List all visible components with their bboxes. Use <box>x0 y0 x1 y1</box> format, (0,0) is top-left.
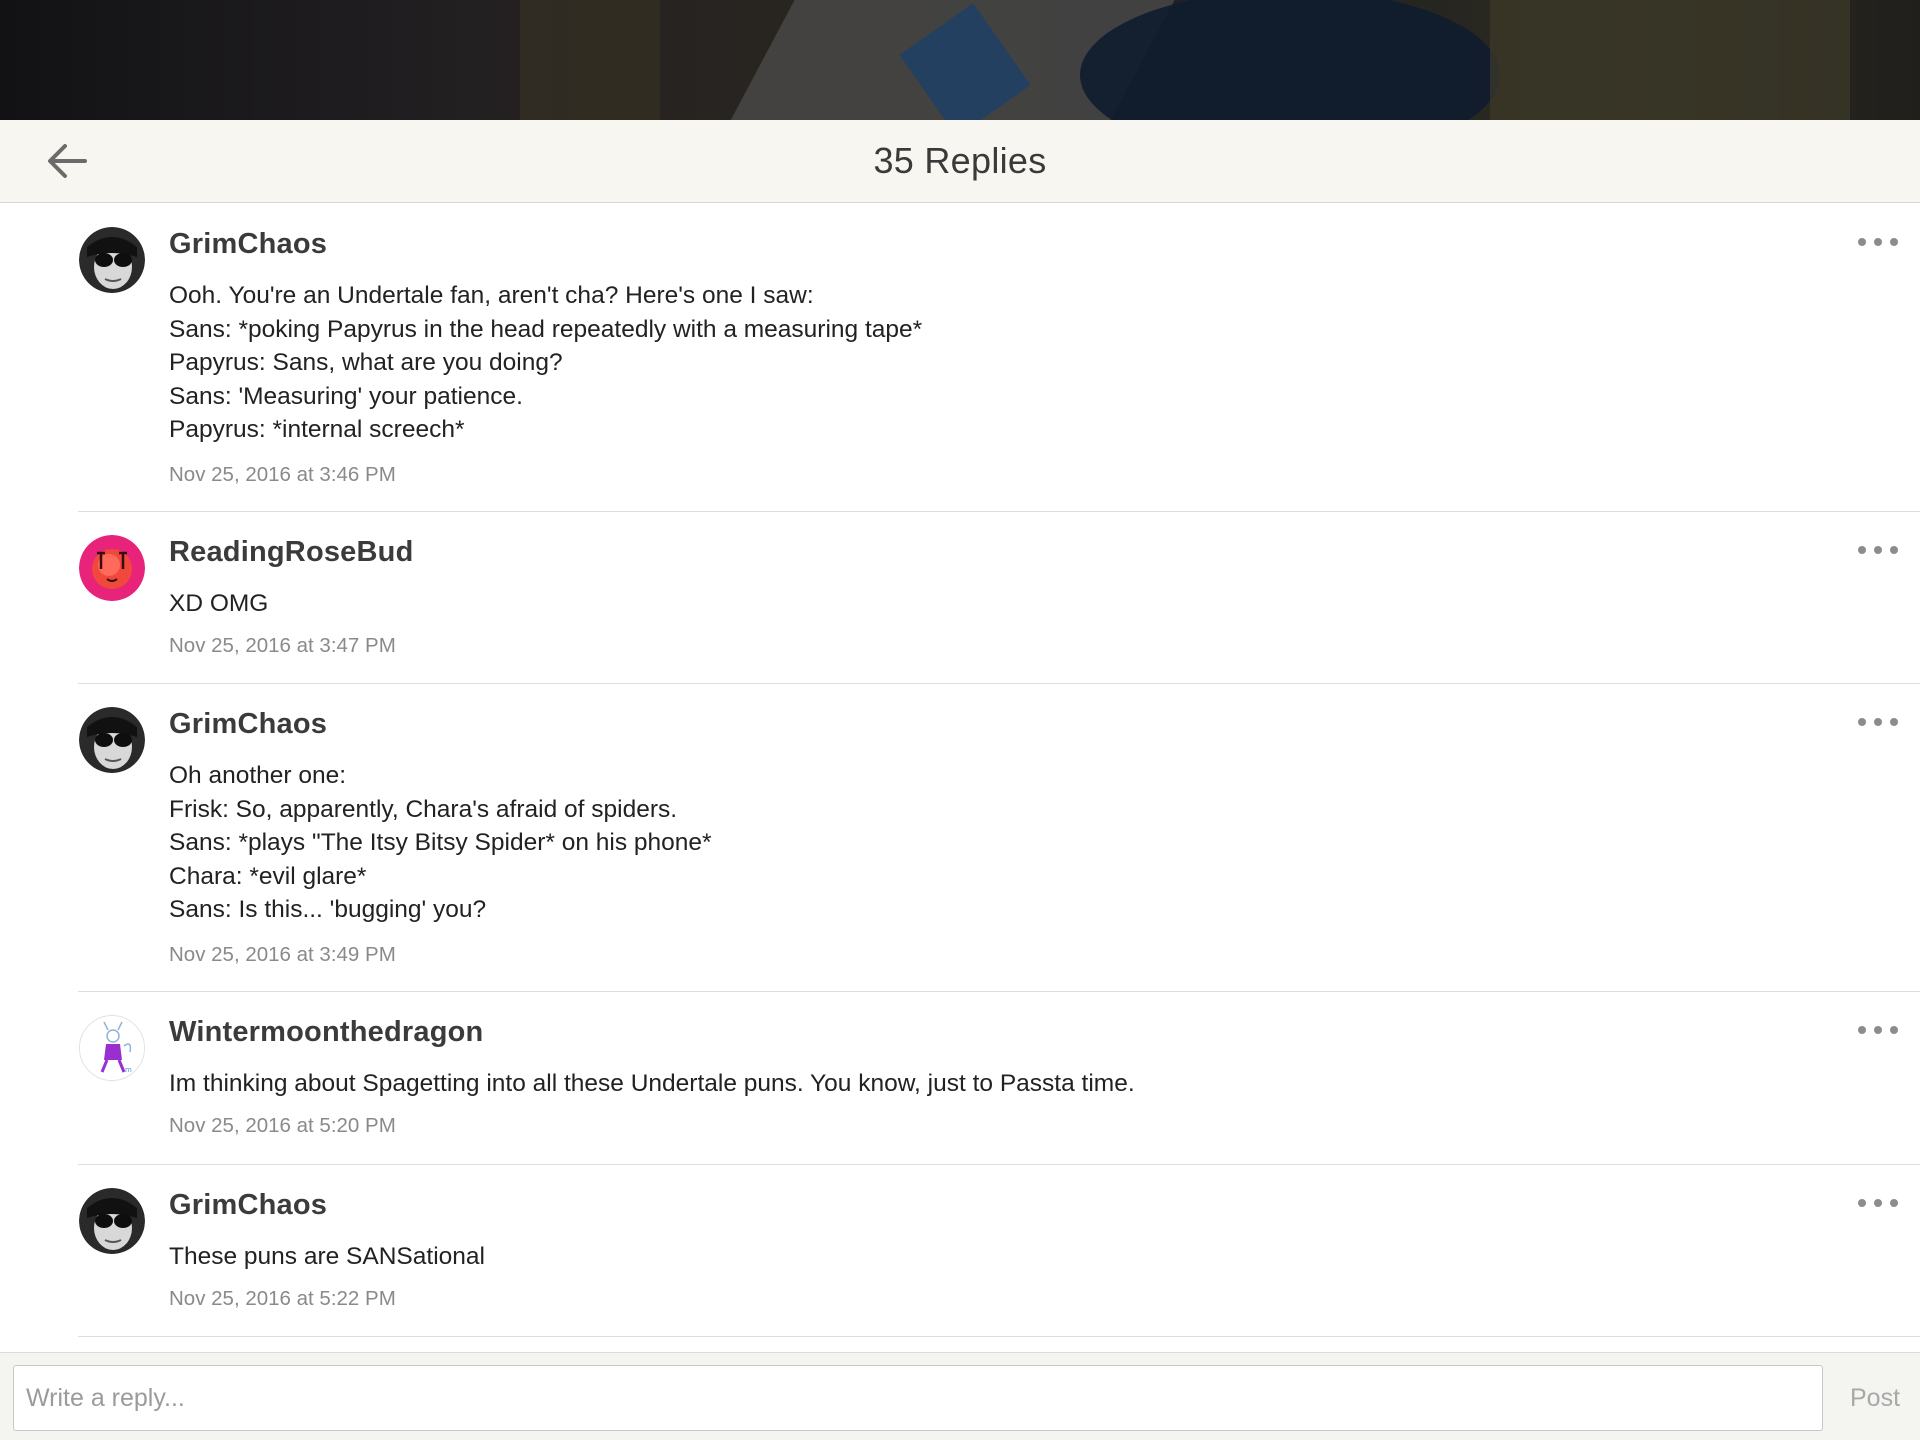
reply-timestamp: Nov 25, 2016 at 3:49 PM <box>169 943 396 966</box>
reply-text: Im thinking about Spagetting into all th… <box>169 1070 1135 1097</box>
reply-text: Ooh. You're an Undertale fan, aren't cha… <box>169 282 923 444</box>
cover-image <box>0 0 1920 120</box>
reply-author[interactable]: GrimChaos <box>169 708 327 741</box>
divider <box>78 1336 1920 1337</box>
more-options-icon[interactable] <box>1858 1191 1898 1215</box>
grimchaos-avatar[interactable] <box>79 227 145 293</box>
replies-header: 35 Replies <box>0 120 1920 203</box>
more-options-icon[interactable] <box>1858 1018 1898 1042</box>
grimchaos-avatar[interactable] <box>79 1188 145 1254</box>
reply-item: ReadingRoseBud XD OMG Nov 25, 2016 at 3:… <box>0 512 1920 684</box>
more-options-icon[interactable] <box>1858 230 1898 254</box>
reply-text: XD OMG <box>169 590 269 617</box>
reply-timestamp: Nov 25, 2016 at 3:47 PM <box>169 634 396 657</box>
reply-author[interactable]: GrimChaos <box>169 1189 327 1222</box>
reply-text: These puns are SANSational <box>169 1243 485 1270</box>
reply-author[interactable]: ReadingRoseBud <box>169 536 414 569</box>
rose-avatar[interactable] <box>79 535 145 601</box>
more-options-icon[interactable] <box>1858 538 1898 562</box>
dragon-sketch-avatar[interactable]: m <box>79 1015 145 1081</box>
reply-composer: Post <box>0 1352 1920 1440</box>
reply-item: GrimChaos These puns are SANSational Nov… <box>0 1165 1920 1337</box>
reply-list: GrimChaos Ooh. You're an Undertale fan, … <box>0 204 1920 1352</box>
reply-timestamp: Nov 25, 2016 at 3:46 PM <box>169 463 396 486</box>
post-button[interactable]: Post <box>1830 1365 1920 1431</box>
reply-input[interactable] <box>13 1365 1823 1431</box>
reply-text: Oh another one: Frisk: So, apparently, C… <box>169 762 712 924</box>
reply-timestamp: Nov 25, 2016 at 5:22 PM <box>169 1287 396 1310</box>
reply-timestamp: Nov 25, 2016 at 5:20 PM <box>169 1114 396 1137</box>
grimchaos-avatar[interactable] <box>79 707 145 773</box>
reply-item: m Wintermoonthedragon Im thinking about … <box>0 992 1920 1165</box>
more-options-icon[interactable] <box>1858 710 1898 734</box>
reply-item: GrimChaos Oh another one: Frisk: So, app… <box>0 684 1920 992</box>
reply-author[interactable]: GrimChaos <box>169 228 327 261</box>
reply-author[interactable]: Wintermoonthedragon <box>169 1016 483 1049</box>
svg-text:m: m <box>125 1066 132 1074</box>
page-title: 35 Replies <box>873 140 1047 181</box>
reply-item: GrimChaos Ooh. You're an Undertale fan, … <box>0 204 1920 512</box>
